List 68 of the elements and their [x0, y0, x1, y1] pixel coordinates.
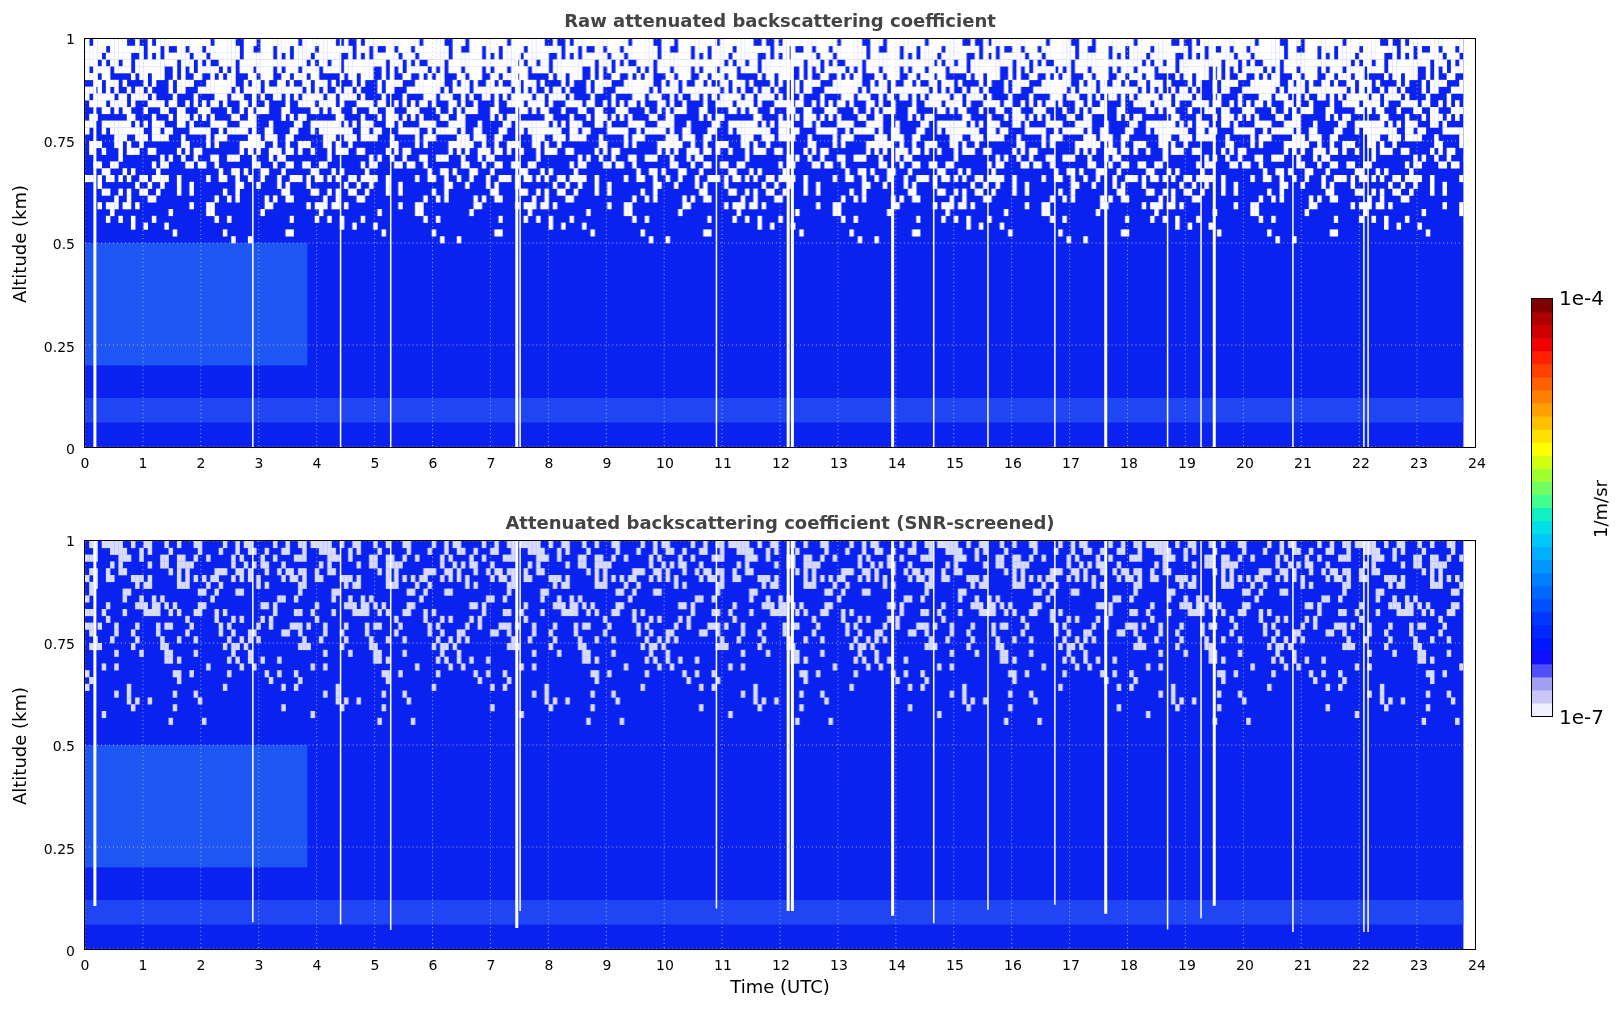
colorbar-max-label: 1e-4 — [1559, 286, 1604, 310]
x-tick-label: 5 — [370, 455, 380, 471]
x-tick-label: 1 — [138, 957, 148, 973]
x-tick-label: 6 — [428, 455, 438, 471]
y-tick-label: 1 — [66, 533, 75, 549]
x-tick-label: 9 — [602, 957, 612, 973]
x-tick-label: 15 — [946, 957, 964, 973]
x-tick-label: 17 — [1062, 455, 1080, 471]
x-tick-label: 7 — [486, 957, 496, 973]
x-tick-label: 9 — [602, 455, 612, 471]
y-tick-label: 1 — [66, 31, 75, 47]
x-tick-label: 10 — [656, 957, 674, 973]
x-tick-label: 24 — [1468, 957, 1486, 973]
x-tick-label: 21 — [1294, 957, 1312, 973]
x-tick-label: 19 — [1178, 455, 1196, 471]
x-axis-label: Time (UTC) — [729, 976, 831, 997]
x-tick-label: 8 — [544, 957, 554, 973]
y-tick-label: 0.25 — [43, 338, 75, 355]
x-tick-label: 10 — [656, 455, 674, 471]
y-tick-label: 0.5 — [52, 738, 75, 754]
x-tick-label: 18 — [1120, 957, 1138, 973]
x-tick-label: 14 — [888, 455, 906, 471]
x-tick-label: 20 — [1236, 957, 1254, 973]
x-tick-label: 19 — [1178, 957, 1196, 973]
chart-title: Attenuated backscattering coefficient (SNR-screened) — [504, 512, 1056, 535]
x-tick-label: 18 — [1120, 455, 1138, 471]
y-tick-label: 0.5 — [52, 236, 75, 252]
x-tick-label: 15 — [946, 455, 964, 471]
x-tick-label: 24 — [1468, 455, 1486, 471]
x-tick-label: 16 — [1004, 455, 1022, 471]
x-tick-label: 13 — [830, 957, 848, 973]
x-tick-label: 0 — [80, 957, 90, 973]
x-tick-label: 22 — [1352, 455, 1370, 471]
x-tick-label: 12 — [772, 957, 790, 973]
colorbar-label: 1/m/sr — [1589, 480, 1611, 538]
x-tick-label: 4 — [312, 957, 322, 973]
x-tick-label: 6 — [428, 957, 438, 973]
x-tick-label: 12 — [772, 455, 790, 471]
y-axis-label: Altitude (km) — [8, 184, 30, 304]
y-tick-label: 0.75 — [43, 635, 75, 652]
y-tick-label: 0 — [66, 943, 75, 959]
chart-title: Raw attenuated backscattering coefficient — [563, 10, 997, 33]
x-tick-label: 3 — [254, 455, 264, 471]
y-tick-label: 0 — [66, 441, 75, 457]
x-tick-label: 11 — [714, 455, 732, 471]
x-tick-label: 16 — [1004, 957, 1022, 973]
x-tick-label: 14 — [888, 957, 906, 973]
x-tick-label: 11 — [714, 957, 732, 973]
x-tick-label: 1 — [138, 455, 148, 471]
x-tick-label: 13 — [830, 455, 848, 471]
x-tick-label: 17 — [1062, 957, 1080, 973]
y-tick-label: 0.25 — [43, 840, 75, 857]
x-tick-label: 4 — [312, 455, 322, 471]
x-tick-label: 8 — [544, 455, 554, 471]
x-tick-label: 7 — [486, 455, 496, 471]
x-tick-label: 23 — [1410, 957, 1428, 973]
x-tick-label: 3 — [254, 957, 264, 973]
x-tick-label: 0 — [80, 455, 90, 471]
x-tick-label: 2 — [196, 455, 206, 471]
x-tick-label: 2 — [196, 957, 206, 973]
y-tick-label: 0.75 — [43, 133, 75, 150]
x-tick-label: 22 — [1352, 957, 1370, 973]
colorbar-min-label: 1e-7 — [1559, 705, 1604, 729]
x-tick-label: 20 — [1236, 455, 1254, 471]
y-axis-label: Altitude (km) — [8, 686, 30, 806]
x-tick-label: 21 — [1294, 455, 1312, 471]
x-tick-label: 5 — [370, 957, 380, 973]
x-tick-label: 23 — [1410, 455, 1428, 471]
